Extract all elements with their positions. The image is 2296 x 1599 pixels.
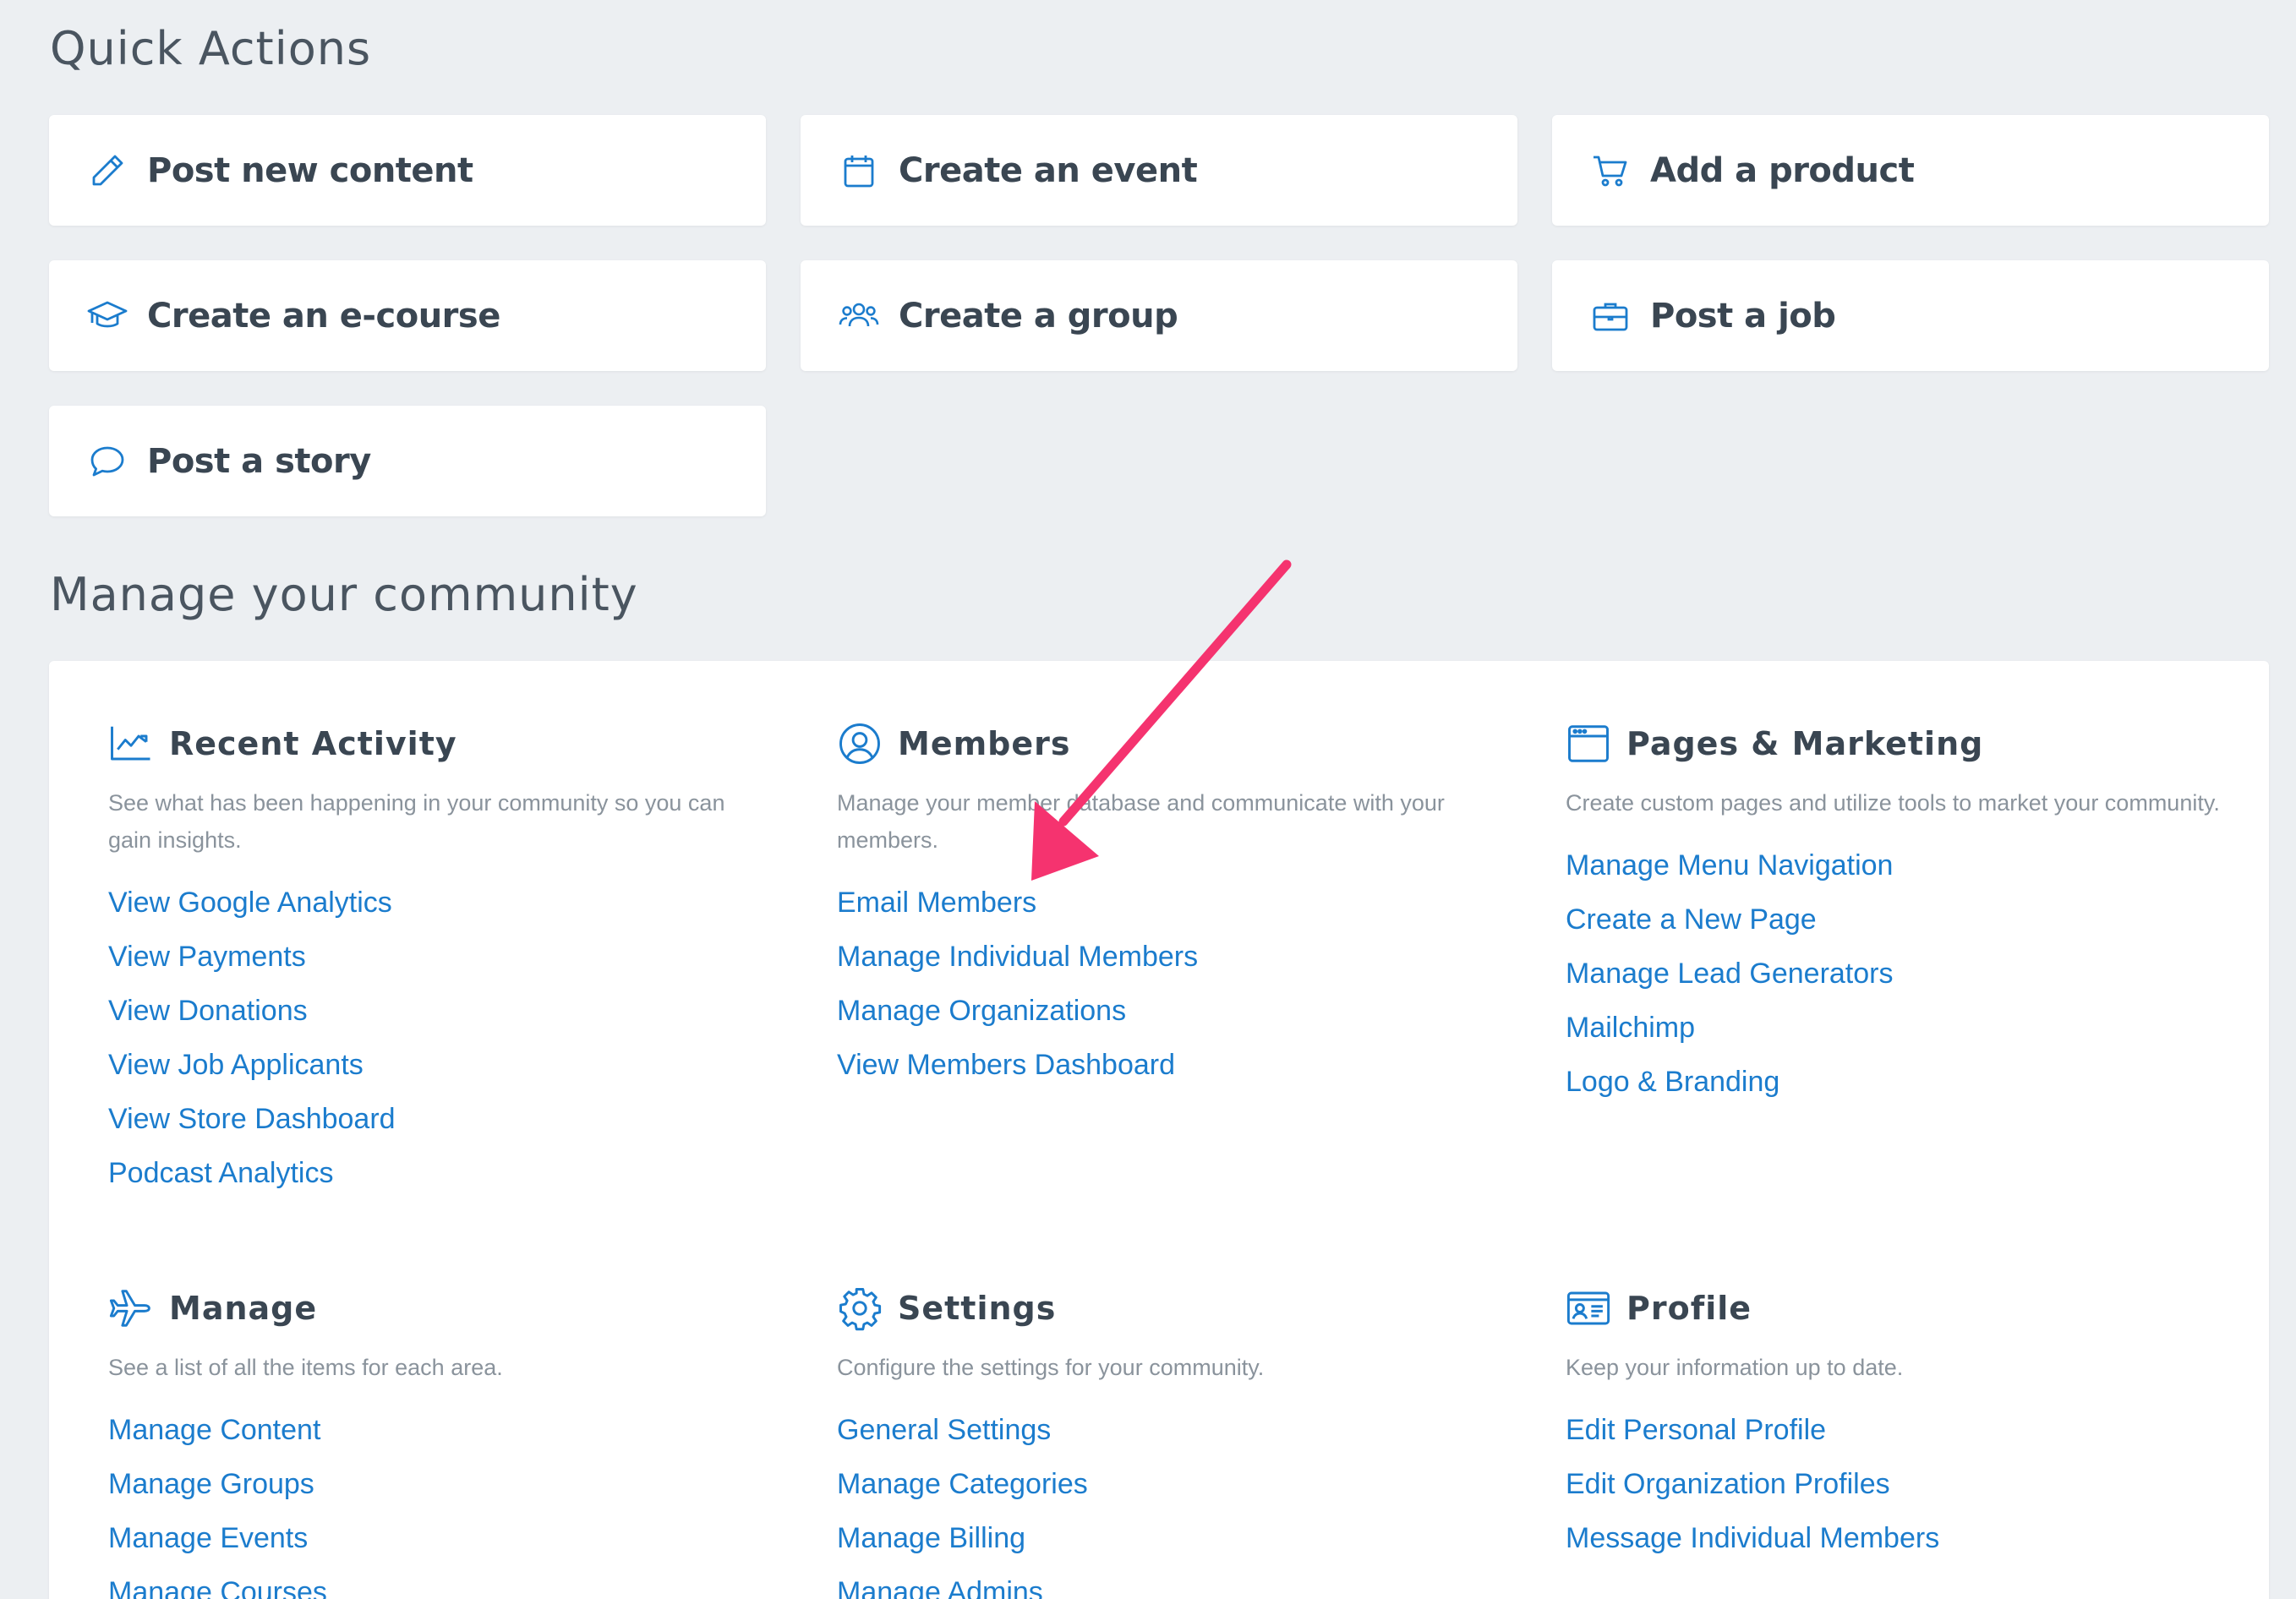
manage-community-panel: Recent Activity See what has been happen… (49, 661, 2269, 1599)
members-section: Members Manage your member database and … (837, 720, 1496, 1092)
browser-window-icon (1566, 720, 1615, 767)
manage-content-link[interactable]: Manage Content (108, 1414, 320, 1446)
manage-billing-link[interactable]: Manage Billing (837, 1522, 1025, 1554)
manage-groups-link[interactable]: Manage Groups (108, 1468, 314, 1500)
manage-admins-link[interactable]: Manage Admins (837, 1576, 1043, 1599)
speech-bubble-icon (86, 440, 128, 483)
manage-categories-link[interactable]: Manage Categories (837, 1468, 1088, 1500)
manage-lead-generators-link[interactable]: Manage Lead Generators (1566, 958, 1893, 990)
pencil-icon (86, 150, 128, 192)
cart-icon (1589, 150, 1632, 192)
settings-title: Settings (898, 1290, 1057, 1327)
post-new-content-button[interactable]: Post new content (49, 115, 766, 226)
post-job-label: Post a job (1650, 296, 1836, 336)
manage-events-link[interactable]: Manage Events (108, 1522, 308, 1554)
edit-organization-profiles-link[interactable]: Edit Organization Profiles (1566, 1468, 1890, 1500)
manage-section: Manage See a list of all the items for e… (108, 1285, 768, 1599)
settings-section: Settings Configure the settings for your… (837, 1285, 1496, 1599)
edit-personal-profile-link[interactable]: Edit Personal Profile (1566, 1414, 1826, 1446)
post-job-button[interactable]: Post a job (1552, 260, 2269, 371)
manage-menu-navigation-link[interactable]: Manage Menu Navigation (1566, 849, 1893, 881)
manage-individual-members-link[interactable]: Manage Individual Members (837, 941, 1198, 973)
page: Quick Actions Post new content Create an… (0, 0, 2296, 1599)
general-settings-link[interactable]: General Settings (837, 1414, 1051, 1446)
pages-marketing-section: Pages & Marketing Create custom pages an… (1566, 720, 2225, 1109)
profile-description: Keep your information up to date. (1566, 1355, 1904, 1380)
settings-description: Configure the settings for your communit… (837, 1355, 1265, 1380)
profile-title: Profile (1626, 1290, 1752, 1327)
briefcase-icon (1589, 295, 1632, 337)
quick-actions-grid: Post new content Create an event Add a p… (49, 115, 2269, 516)
recent-activity-title: Recent Activity (169, 725, 457, 762)
create-event-button[interactable]: Create an event (801, 115, 1517, 226)
create-new-page-link[interactable]: Create a New Page (1566, 903, 1817, 936)
manage-title: Manage (169, 1290, 318, 1327)
create-ecourse-button[interactable]: Create an e-course (49, 260, 766, 371)
view-payments-link[interactable]: View Payments (108, 941, 306, 973)
graduation-cap-icon (86, 295, 128, 337)
id-card-icon (1566, 1285, 1615, 1332)
add-product-label: Add a product (1650, 150, 1915, 190)
manage-organizations-link[interactable]: Manage Organizations (837, 995, 1126, 1027)
view-google-analytics-link[interactable]: View Google Analytics (108, 887, 392, 919)
post-new-content-label: Post new content (147, 150, 473, 190)
message-individual-members-link[interactable]: Message Individual Members (1566, 1522, 1939, 1554)
view-job-applicants-link[interactable]: View Job Applicants (108, 1049, 364, 1081)
logo-branding-link[interactable]: Logo & Branding (1566, 1066, 1779, 1098)
manage-description: See a list of all the items for each are… (108, 1355, 503, 1380)
mailchimp-link[interactable]: Mailchimp (1566, 1012, 1695, 1044)
chart-line-icon (108, 720, 157, 767)
group-icon (838, 295, 880, 337)
airplane-icon (108, 1285, 157, 1332)
pages-marketing-description: Create custom pages and utilize tools to… (1566, 790, 2220, 816)
view-store-dashboard-link[interactable]: View Store Dashboard (108, 1103, 396, 1135)
podcast-analytics-link[interactable]: Podcast Analytics (108, 1157, 333, 1189)
manage-community-heading: Manage your community (50, 568, 638, 621)
members-title: Members (898, 725, 1071, 762)
create-group-button[interactable]: Create a group (801, 260, 1517, 371)
profile-section: Profile Keep your information up to date… (1566, 1285, 2225, 1565)
view-members-dashboard-link[interactable]: View Members Dashboard (837, 1049, 1175, 1081)
view-donations-link[interactable]: View Donations (108, 995, 308, 1027)
post-story-button[interactable]: Post a story (49, 406, 766, 516)
members-description: Manage your member database and communic… (837, 790, 1445, 853)
recent-activity-section: Recent Activity See what has been happen… (108, 720, 768, 1200)
create-ecourse-label: Create an e-course (147, 296, 500, 336)
manage-courses-link[interactable]: Manage Courses (108, 1576, 327, 1599)
quick-actions-heading: Quick Actions (50, 22, 372, 75)
user-circle-icon (837, 720, 886, 767)
gear-icon (837, 1285, 886, 1332)
calendar-icon (838, 150, 880, 192)
create-group-label: Create a group (899, 296, 1178, 336)
email-members-link[interactable]: Email Members (837, 887, 1036, 919)
create-event-label: Create an event (899, 150, 1198, 190)
pages-marketing-title: Pages & Marketing (1626, 725, 1984, 762)
post-story-label: Post a story (147, 441, 371, 481)
recent-activity-description: See what has been happening in your comm… (108, 790, 725, 853)
add-product-button[interactable]: Add a product (1552, 115, 2269, 226)
